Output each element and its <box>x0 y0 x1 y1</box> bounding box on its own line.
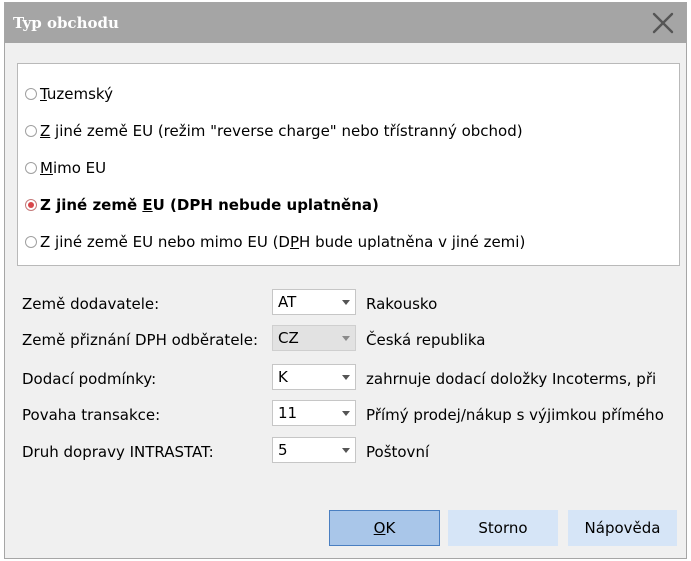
radio-button[interactable] <box>25 236 37 248</box>
radio-label: Tuzemský <box>40 85 113 103</box>
radio-button-selected[interactable] <box>25 199 37 211</box>
vat-country-select: CZ <box>272 325 356 351</box>
supplier-country-select[interactable]: AT <box>272 289 356 315</box>
dialog-title: Typ obchodu <box>13 14 119 32</box>
radio-label: Z jiné země EU nebo mimo EU (DPH bude up… <box>40 233 526 251</box>
chevron-down-icon[interactable] <box>342 375 350 380</box>
radio-option-eu-reverse-charge[interactable]: Z jiné země EU (režim "reverse charge" n… <box>25 119 523 143</box>
vat-country-desc: Česká republika <box>366 331 486 349</box>
close-button[interactable] <box>648 9 678 37</box>
radio-option-mimo-eu[interactable]: Mimo EU <box>25 156 106 180</box>
transport-mode-label: Druh dopravy INTRASTAT: <box>22 443 214 461</box>
combo-value: K <box>278 368 288 386</box>
transaction-nature-select[interactable]: 11 <box>272 400 356 426</box>
radio-label: Z jiné země EU (režim "reverse charge" n… <box>40 122 523 140</box>
radio-label: Z jiné země EU (DPH nebude uplatněna) <box>40 196 379 214</box>
chevron-down-icon[interactable] <box>342 448 350 453</box>
cancel-button[interactable]: Storno <box>448 510 558 546</box>
radio-option-tuzemsky[interactable]: Tuzemský <box>25 82 113 106</box>
cancel-button-label: Storno <box>478 519 528 537</box>
title-bar: Typ obchodu <box>5 3 686 43</box>
combo-value: AT <box>278 293 297 311</box>
delivery-terms-select[interactable]: K <box>272 364 356 390</box>
delivery-terms-desc: zahrnuje dodací doložky Incoterms, při <box>366 370 657 388</box>
chevron-down-icon[interactable] <box>342 411 350 416</box>
transaction-nature-label: Povaha transakce: <box>22 406 161 424</box>
ok-button[interactable]: OK <box>329 510 440 546</box>
combo-value: 5 <box>278 441 288 459</box>
close-icon <box>652 12 674 34</box>
help-button-label: Nápověda <box>584 519 661 537</box>
trade-type-radio-group: Tuzemský Z jiné země EU (režim "reverse … <box>17 63 680 266</box>
ok-button-label: OK <box>373 519 396 537</box>
chevron-down-icon[interactable] <box>342 300 350 305</box>
radio-option-dph-jina-zeme[interactable]: Z jiné země EU nebo mimo EU (DPH bude up… <box>25 230 525 254</box>
radio-option-eu-dph-nebude[interactable]: Z jiné země EU (DPH nebude uplatněna) <box>25 193 379 217</box>
combo-value: 11 <box>278 404 298 422</box>
vat-country-label: Země přiznání DPH odběratele: <box>22 331 258 349</box>
help-button[interactable]: Nápověda <box>568 510 677 546</box>
supplier-country-label: Země dodavatele: <box>22 295 160 313</box>
delivery-terms-label: Dodací podmínky: <box>22 370 157 388</box>
chevron-down-icon <box>342 336 350 341</box>
transport-mode-select[interactable]: 5 <box>272 437 356 463</box>
supplier-country-desc: Rakousko <box>366 295 438 313</box>
radio-button[interactable] <box>25 125 37 137</box>
radio-button[interactable] <box>25 162 37 174</box>
radio-button[interactable] <box>25 88 37 100</box>
radio-label: Mimo EU <box>40 159 107 177</box>
transport-mode-desc: Poštovní <box>366 443 430 461</box>
combo-value: CZ <box>278 329 299 347</box>
transaction-nature-desc: Přímý prodej/nákup s výjimkou přímého <box>366 406 664 424</box>
dialog-window: Typ obchodu Tuzemský Z jiné země EU (rež… <box>4 2 687 559</box>
